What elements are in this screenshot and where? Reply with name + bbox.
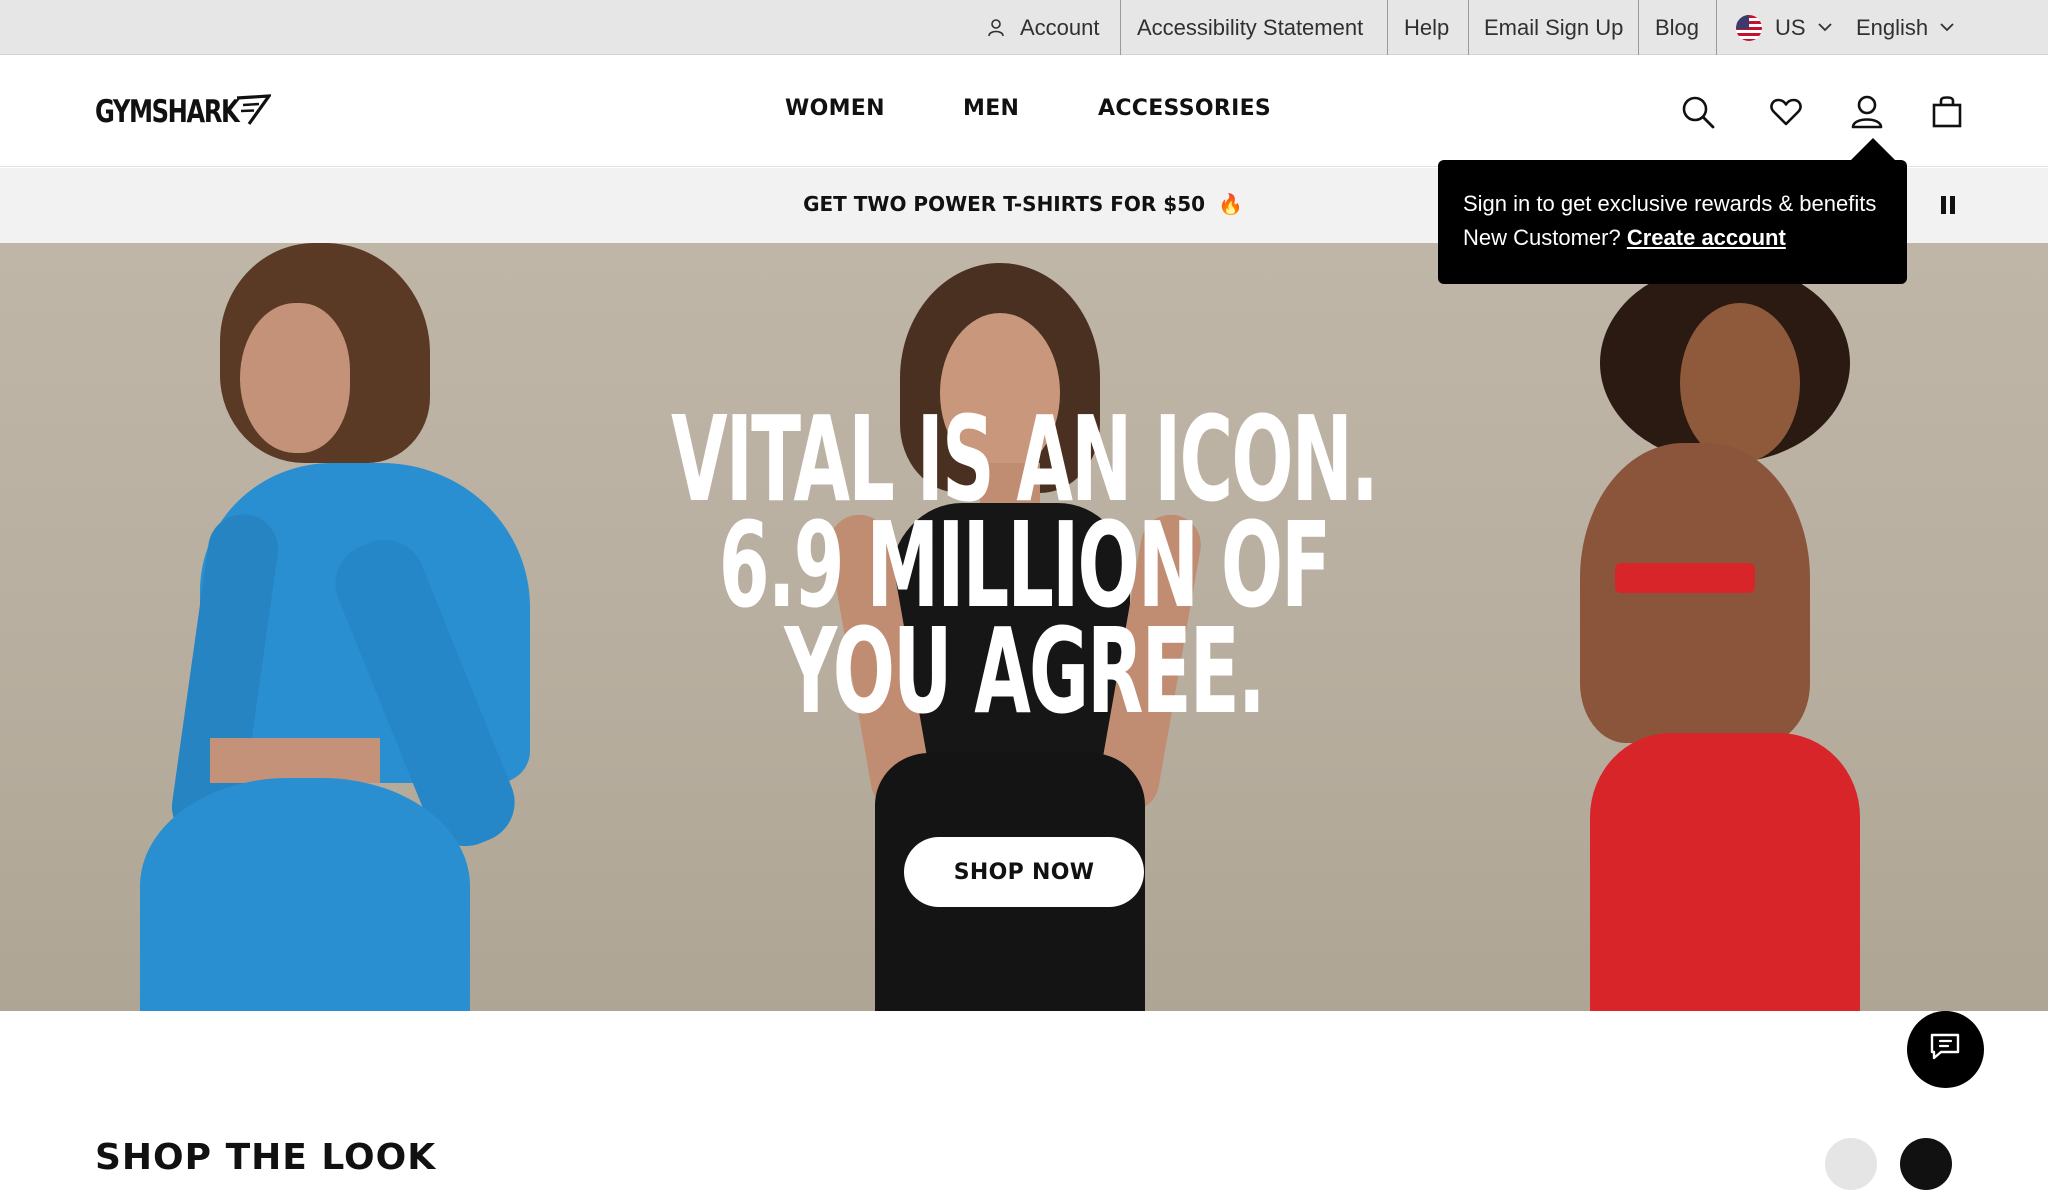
blog-link[interactable]: Blog — [1655, 0, 1699, 55]
pause-icon-bar — [1941, 196, 1946, 214]
account-tooltip: Sign in to get exclusive rewards & benef… — [1438, 160, 1907, 284]
us-flag-icon — [1736, 14, 1762, 41]
fire-emoji-icon: 🔥 — [1218, 192, 1243, 216]
promo-text: GET TWO POWER T-SHIRTS FOR $50 — [803, 192, 1206, 216]
bag-icon[interactable] — [1927, 92, 1967, 132]
accessibility-statement-link[interactable]: Accessibility Statement — [1137, 0, 1363, 55]
tooltip-new-customer: New Customer? Create account — [1463, 221, 1882, 255]
pause-icon-bar — [1950, 196, 1955, 214]
chat-icon — [1929, 1032, 1963, 1067]
new-customer-label: New Customer? — [1463, 225, 1621, 250]
language-label: English — [1856, 14, 1929, 40]
tooltip-message: Sign in to get exclusive rewards & benef… — [1463, 191, 1877, 216]
nav-women[interactable]: WOMEN — [785, 96, 885, 121]
chevron-down-icon — [1817, 23, 1832, 32]
email-sign-up-link[interactable]: Email Sign Up — [1484, 0, 1623, 55]
region-label: US — [1775, 14, 1806, 40]
search-icon[interactable] — [1678, 92, 1718, 132]
account-icon[interactable] — [1847, 92, 1887, 132]
divider — [1387, 0, 1388, 55]
account-label: Account — [1020, 14, 1100, 40]
chevron-down-icon — [1940, 23, 1954, 32]
user-icon — [988, 18, 1004, 37]
create-account-link[interactable]: Create account — [1627, 225, 1786, 250]
divider — [1638, 0, 1639, 55]
hero-banner[interactable]: VITAL IS AN ICON. 6.9 MILLION OF YOU AGR… — [0, 243, 2048, 1011]
carousel-next-button[interactable] — [1900, 1138, 1952, 1190]
account-link[interactable]: Account — [988, 0, 1100, 55]
shop-now-button[interactable]: SHOP NOW — [904, 837, 1144, 907]
utility-bar: Account Accessibility Statement Help Ema… — [0, 0, 2048, 55]
nav-men[interactable]: MEN — [963, 96, 1019, 121]
hero-headline: VITAL IS AN ICON. 6.9 MILLION OF YOU AGR… — [0, 400, 2048, 740]
pause-button[interactable] — [1936, 190, 1960, 220]
chat-button[interactable] — [1907, 1011, 1984, 1088]
logo-text: GYMSHARK — [95, 94, 240, 130]
heart-icon[interactable] — [1766, 92, 1806, 132]
divider — [1120, 0, 1121, 55]
help-link[interactable]: Help — [1404, 0, 1449, 55]
language-selector[interactable]: English — [1856, 0, 1954, 55]
divider — [1716, 0, 1717, 55]
shark-logo-icon — [235, 94, 273, 131]
tooltip-arrow — [1850, 138, 1896, 161]
carousel-prev-button[interactable] — [1825, 1138, 1877, 1190]
region-selector[interactable]: US — [1736, 0, 1832, 55]
gymshark-logo[interactable]: GYMSHARK — [95, 92, 279, 132]
main-header: GYMSHARK WOMEN MEN ACCESSORIES — [0, 56, 2048, 167]
hero-headline-line: YOU AGREE. — [784, 602, 1265, 740]
nav-accessories[interactable]: ACCESSORIES — [1098, 96, 1271, 121]
section-title: SHOP THE LOOK — [95, 1137, 437, 1178]
divider — [1468, 0, 1469, 55]
